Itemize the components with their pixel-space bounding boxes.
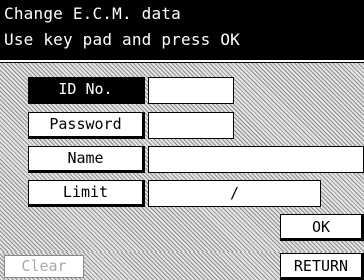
password-button[interactable]: Password — [28, 112, 145, 139]
header-panel: Change E.C.M. data Use key pad and press… — [0, 0, 364, 60]
password-field[interactable] — [148, 112, 234, 139]
return-button[interactable]: RETURN — [280, 253, 364, 280]
limit-button[interactable]: Limit — [28, 180, 145, 207]
clear-button[interactable]: Clear — [4, 255, 84, 278]
id-no-button[interactable]: ID No. — [28, 77, 145, 104]
name-field[interactable] — [148, 146, 364, 173]
ok-button[interactable]: OK — [280, 214, 364, 241]
limit-field[interactable]: / — [148, 180, 321, 207]
instruction-text: Use key pad and press OK — [4, 30, 240, 49]
name-button[interactable]: Name — [28, 146, 145, 173]
screen-title: Change E.C.M. data — [4, 4, 181, 23]
id-no-field[interactable] — [148, 77, 234, 104]
